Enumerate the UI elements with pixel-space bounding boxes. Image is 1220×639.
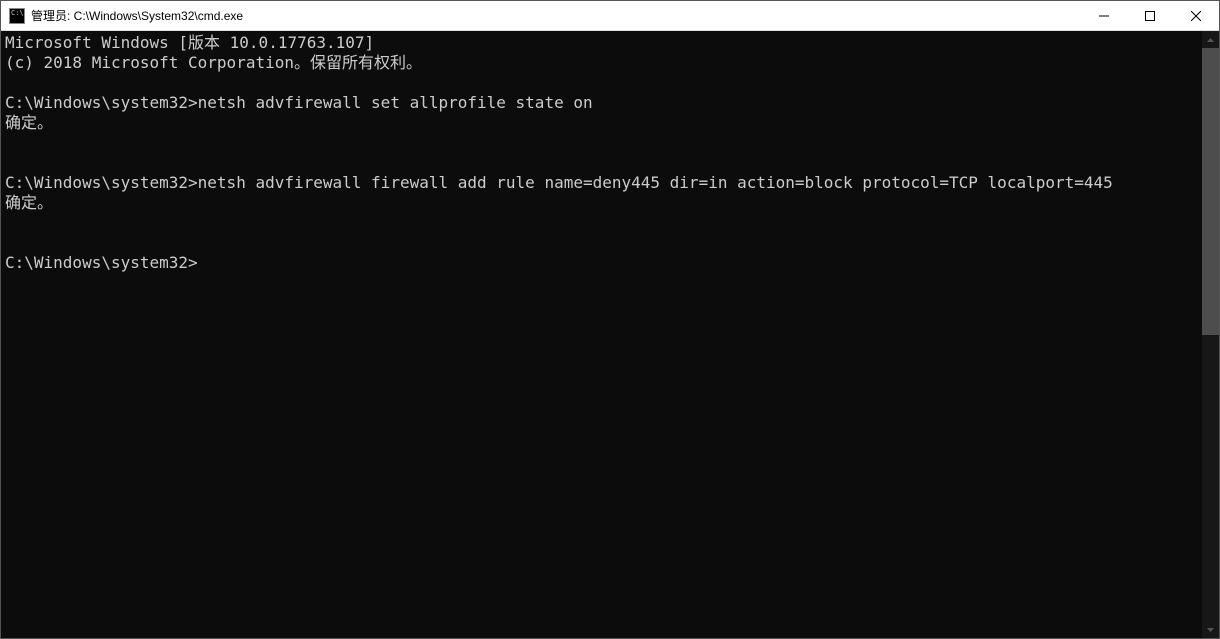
console-result: 确定。 xyxy=(5,193,53,212)
chevron-down-icon xyxy=(1207,628,1214,632)
console-prompt: C:\Windows\system32> xyxy=(5,253,198,272)
titlebar[interactable]: 管理员: C:\Windows\System32\cmd.exe xyxy=(1,1,1219,31)
window-controls xyxy=(1081,1,1219,30)
close-button[interactable] xyxy=(1173,1,1219,30)
scroll-thumb[interactable] xyxy=(1202,48,1219,335)
scroll-down-button[interactable] xyxy=(1202,621,1219,638)
cmd-icon xyxy=(9,8,25,24)
console-prompt: C:\Windows\system32> xyxy=(5,173,198,192)
console-result: 确定。 xyxy=(5,113,53,132)
chevron-up-icon xyxy=(1207,38,1214,42)
console-line: (c) 2018 Microsoft Corporation。保留所有权利。 xyxy=(5,53,422,72)
scroll-up-button[interactable] xyxy=(1202,31,1219,48)
maximize-icon xyxy=(1145,11,1155,21)
window-title: 管理员: C:\Windows\System32\cmd.exe xyxy=(31,7,1081,24)
close-icon xyxy=(1191,11,1201,21)
cmd-window: 管理员: C:\Windows\System32\cmd.exe Microso… xyxy=(0,0,1220,639)
console-output[interactable]: Microsoft Windows [版本 10.0.17763.107] (c… xyxy=(1,31,1202,638)
console-prompt: C:\Windows\system32> xyxy=(5,93,198,112)
console-command: netsh advfirewall set allprofile state o… xyxy=(198,93,593,112)
console-line: Microsoft Windows [版本 10.0.17763.107] xyxy=(5,33,374,52)
maximize-button[interactable] xyxy=(1127,1,1173,30)
minimize-icon xyxy=(1099,11,1109,21)
scroll-track[interactable] xyxy=(1202,48,1219,621)
console-command: netsh advfirewall firewall add rule name… xyxy=(198,173,1113,192)
vertical-scrollbar[interactable] xyxy=(1202,31,1219,638)
console-area: Microsoft Windows [版本 10.0.17763.107] (c… xyxy=(1,31,1219,638)
minimize-button[interactable] xyxy=(1081,1,1127,30)
